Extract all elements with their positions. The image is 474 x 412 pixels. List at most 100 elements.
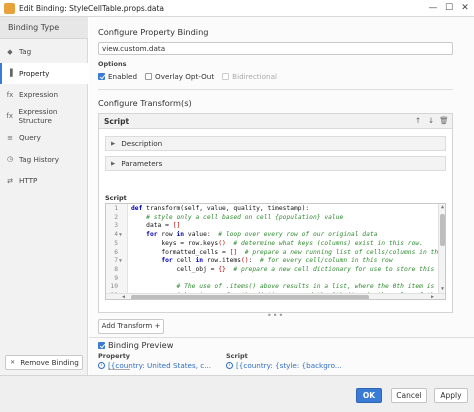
sidebar-item-label: HTTP	[19, 176, 38, 185]
code-line[interactable]: 9	[106, 274, 445, 284]
info-icon: i	[226, 362, 233, 369]
line-number: 7	[114, 257, 118, 265]
cancel-button[interactable]: Cancel	[391, 388, 427, 403]
sidebar-item-label: Query	[19, 133, 41, 142]
code-line[interactable]: 7 ▼ for cell in row.items(): # for every …	[106, 257, 445, 266]
code-text: for cell in row.items(): # for every cel…	[161, 257, 393, 265]
code-line[interactable]: 2 # style only a cell based on cell {pop…	[106, 214, 445, 223]
horizontal-scroll-thumb[interactable]	[131, 295, 369, 299]
sidebar-item-expression[interactable]: fx Expression	[0, 84, 88, 105]
code-line[interactable]: 4 ▼ for row in value: # loop over every r…	[106, 231, 445, 240]
property-path-input[interactable]: view.custom.data	[98, 42, 453, 55]
preview-divider	[89, 337, 474, 338]
close-icon[interactable]: ✕	[458, 2, 472, 15]
sidebar-item-http[interactable]: ⇄ HTTP	[0, 170, 88, 191]
configure-transforms-title: Configure Transform(s)	[98, 98, 192, 108]
option-label: Overlay Opt-Out	[155, 72, 215, 81]
sidebar-item-label: Property	[19, 68, 50, 78]
add-transform-button[interactable]: Add Transform +	[98, 319, 164, 334]
remove-icon: ✕	[10, 359, 16, 366]
line-number: 10	[110, 283, 118, 291]
info-icon: i	[98, 362, 105, 369]
fold-icon[interactable]: ▼	[119, 257, 127, 266]
scroll-down-icon[interactable]: ▼	[439, 286, 445, 292]
binding-preview-title: Binding Preview	[108, 340, 174, 350]
line-number: 9	[114, 274, 118, 282]
option-enabled[interactable]: Enabled	[98, 72, 137, 81]
code-line[interactable]: 6 formatted_cells = [] # prepare a new r…	[106, 248, 446, 258]
maximize-icon[interactable]: ☐	[442, 2, 456, 15]
line-number: 8	[114, 265, 118, 273]
configure-binding-title: Configure Property Binding	[98, 27, 209, 37]
vertical-scroll-thumb[interactable]	[440, 214, 445, 246]
script-transform-title: Script	[104, 117, 130, 126]
preview-property-label: Property	[98, 352, 131, 360]
option-overlay-opt-out[interactable]: Overlay Opt-Out	[145, 72, 214, 81]
script-transform-panel: Script ↑ ↓ 🗑 ▶ Description ▶ Parameters …	[98, 113, 453, 313]
sidebar-item-expression-structure[interactable]: fx Expression Structure	[0, 106, 88, 127]
code-line[interactable]: 8 cell_obj = {} # prepare a new cell dic…	[106, 265, 446, 275]
preview-script-value[interactable]: i [{country: {style: {backgro...	[226, 361, 342, 370]
code-text: keys = row.keys() # determine what keys …	[131, 239, 423, 247]
description-section[interactable]: ▶ Description	[105, 136, 446, 151]
title-bar: Edit Binding: StyleCellTable.props.data …	[0, 0, 474, 17]
scroll-right-icon[interactable]: ▶	[431, 294, 434, 299]
checkbox[interactable]	[145, 73, 153, 80]
code-text: data = []	[131, 222, 181, 230]
code-line[interactable]: 10 # The use of .items() above results i…	[106, 283, 445, 292]
sidebar-item-label: Tag History	[19, 154, 60, 164]
sidebar-item-label: Tag	[19, 47, 32, 56]
sidebar-item-label: Expression Structure	[18, 107, 58, 125]
line-number: 5	[114, 239, 118, 247]
sidebar-header: Binding Type	[0, 17, 88, 39]
expression-icon: fx	[6, 90, 14, 99]
preview-arrow	[108, 369, 130, 370]
scroll-up-icon[interactable]: ▲	[439, 204, 445, 210]
delete-transform-icon[interactable]: 🗑	[439, 116, 449, 126]
main-panel: Configure Property Binding view.custom.d…	[89, 17, 474, 375]
minimize-icon[interactable]: —	[426, 2, 440, 15]
http-icon: ⇄	[7, 176, 13, 185]
window-title: Edit Binding: StyleCellTable.props.data	[19, 4, 165, 13]
apply-button[interactable]: Apply	[434, 388, 468, 403]
remove-binding-button[interactable]: ✕ Remove Binding	[5, 355, 83, 370]
script-code-editor[interactable]: 1 def transform(self, value, quality, tim…	[105, 203, 446, 300]
scroll-left-icon[interactable]: ◀	[122, 294, 125, 299]
sidebar-item-property[interactable]: ▐ Property	[0, 62, 88, 84]
checkbox	[222, 73, 230, 80]
move-up-icon[interactable]: ↑	[413, 116, 423, 126]
app-icon	[4, 3, 15, 14]
database-icon: ≡	[7, 133, 13, 142]
script-editor-label: Script	[105, 194, 127, 202]
sidebar-item-tag-history[interactable]: ◷ Tag History	[0, 149, 88, 170]
code-text: cell_obj = {} # prepare a new cell dicti…	[131, 265, 446, 273]
sidebar-title: Binding Type	[8, 23, 60, 32]
fold-icon[interactable]: ▼	[119, 231, 127, 240]
binding-preview-toggle[interactable]: Binding Preview	[98, 340, 173, 350]
checkbox[interactable]	[98, 73, 105, 80]
options-label: Options	[98, 60, 127, 68]
preview-script-label: Script	[226, 352, 248, 360]
preview-checkbox[interactable]	[98, 341, 105, 349]
dialog-footer: OK Cancel Apply	[0, 375, 474, 412]
description-label: Description	[121, 139, 163, 148]
vertical-scrollbar[interactable]: ▲ ▼	[438, 204, 445, 293]
sidebar-item-tag[interactable]: ◆ Tag	[0, 41, 88, 62]
resize-handle-icon[interactable]: •••	[267, 311, 284, 320]
binding-type-sidebar: Binding Type ◆ Tag ▐ Property fx Expression fx…	[0, 17, 88, 375]
code-line[interactable]: 1 def transform(self, value, quality, tim…	[106, 205, 445, 214]
ok-button[interactable]: OK	[356, 388, 382, 403]
parameters-section[interactable]: ▶ Parameters	[105, 156, 446, 171]
sidebar-item-query[interactable]: ≡ Query	[0, 127, 88, 148]
code-text: formatted_cells = [] # prepare a new run…	[131, 248, 446, 256]
chevron-right-icon: ▶	[111, 160, 116, 167]
line-number: 3	[114, 222, 118, 230]
move-down-icon[interactable]: ↓	[426, 116, 436, 126]
code-line[interactable]: 3 data = []	[106, 222, 445, 231]
remove-binding-label: Remove Binding	[20, 358, 79, 367]
horizontal-scrollbar[interactable]: ◀ ▶	[106, 293, 445, 299]
code-text: def transform(self, value, quality, time…	[131, 205, 310, 212]
code-line[interactable]: 5 keys = row.keys() # determine what key…	[106, 239, 445, 249]
property-icon: ▐	[7, 69, 13, 77]
line-number: 6	[114, 248, 118, 256]
